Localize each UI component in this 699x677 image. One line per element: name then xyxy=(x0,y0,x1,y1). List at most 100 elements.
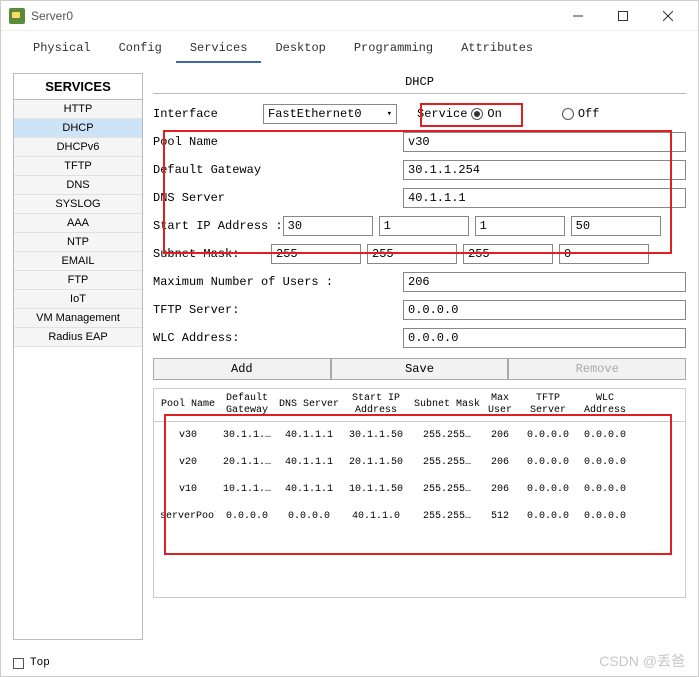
max-users-label: Maximum Number of Users : xyxy=(153,275,403,289)
cell-pool: v10 xyxy=(160,484,216,495)
cell-wlc: 0.0.0.0 xyxy=(578,484,632,495)
tab-programming[interactable]: Programming xyxy=(340,35,447,63)
table-row[interactable]: v3030.1.1.…40.1.1.130.1.1.50255.255…2060… xyxy=(154,422,685,449)
divider xyxy=(153,93,686,94)
sidebar-item-http[interactable]: HTTP xyxy=(14,100,142,119)
tftp-input[interactable] xyxy=(403,300,686,320)
interface-value: FastEthernet0 xyxy=(268,107,362,121)
watermark: CSDN @丢爸 xyxy=(599,651,685,671)
table-row[interactable]: v2020.1.1.…40.1.1.120.1.1.50255.255…2060… xyxy=(154,449,685,476)
cell-start: 30.1.1.50 xyxy=(340,430,412,441)
start-ip-o3[interactable] xyxy=(475,216,565,236)
cell-tftp: 0.0.0.0 xyxy=(518,511,578,522)
cell-wlc: 0.0.0.0 xyxy=(578,430,632,441)
cell-gw: 10.1.1.… xyxy=(216,484,278,495)
sidebar-item-iot[interactable]: IoT xyxy=(14,290,142,309)
sidebar-item-ntp[interactable]: NTP xyxy=(14,233,142,252)
th-start: Start IP Address xyxy=(340,393,412,417)
wlc-input[interactable] xyxy=(403,328,686,348)
sidebar-item-dhcpv6[interactable]: DHCPv6 xyxy=(14,138,142,157)
tftp-label: TFTP Server: xyxy=(153,303,403,317)
service-label: Service xyxy=(417,107,467,121)
th-max: Max User xyxy=(482,393,518,417)
default-gw-label: Default Gateway xyxy=(153,163,403,177)
cell-max: 206 xyxy=(482,457,518,468)
start-ip-o2[interactable] xyxy=(379,216,469,236)
cell-max: 206 xyxy=(482,430,518,441)
cell-start: 20.1.1.50 xyxy=(340,457,412,468)
table-row[interactable]: serverPool0.0.0.00.0.0.040.1.1.0255.255…… xyxy=(154,503,685,530)
th-mask: Subnet Mask xyxy=(412,399,482,411)
cell-start: 10.1.1.50 xyxy=(340,484,412,495)
subnet-o1[interactable] xyxy=(271,244,361,264)
sidebar-header: SERVICES xyxy=(14,74,142,100)
tab-config[interactable]: Config xyxy=(105,35,176,63)
start-ip-o1[interactable] xyxy=(283,216,373,236)
table-row[interactable]: v1010.1.1.…40.1.1.110.1.1.50255.255…2060… xyxy=(154,476,685,503)
cell-tftp: 0.0.0.0 xyxy=(518,484,578,495)
sidebar-item-ftp[interactable]: FTP xyxy=(14,271,142,290)
cell-dns: 40.1.1.1 xyxy=(278,484,340,495)
off-label: Off xyxy=(578,107,600,121)
cell-pool: v20 xyxy=(160,457,216,468)
cell-tftp: 0.0.0.0 xyxy=(518,457,578,468)
tab-bar: Physical Config Services Desktop Program… xyxy=(1,31,698,63)
service-off-radio[interactable] xyxy=(562,108,574,120)
sidebar-item-tftp[interactable]: TFTP xyxy=(14,157,142,176)
sidebar-item-radius[interactable]: Radius EAP xyxy=(14,328,142,347)
interface-label: Interface xyxy=(153,107,263,121)
top-label: Top xyxy=(30,657,50,669)
pool-name-input[interactable] xyxy=(403,132,686,152)
sidebar-item-vm[interactable]: VM Management xyxy=(14,309,142,328)
sidebar-item-email[interactable]: EMAIL xyxy=(14,252,142,271)
maximize-button[interactable] xyxy=(600,2,645,30)
cell-pool: v30 xyxy=(160,430,216,441)
th-tftp: TFTP Server xyxy=(518,393,578,417)
tab-physical[interactable]: Physical xyxy=(19,35,105,63)
dns-label: DNS Server xyxy=(153,191,403,205)
close-button[interactable] xyxy=(645,2,690,30)
remove-button[interactable]: Remove xyxy=(508,358,686,380)
default-gw-input[interactable] xyxy=(403,160,686,180)
sidebar-item-dhcp[interactable]: DHCP xyxy=(14,119,142,138)
pool-name-label: Pool Name xyxy=(153,135,403,149)
save-button[interactable]: Save xyxy=(331,358,509,380)
cell-mask: 255.255… xyxy=(412,484,482,495)
top-checkbox[interactable] xyxy=(13,658,24,669)
th-gw: Default Gateway xyxy=(216,393,278,417)
max-users-input[interactable] xyxy=(403,272,686,292)
th-pool: Pool Name xyxy=(160,399,216,411)
window-title: Server0 xyxy=(31,9,73,23)
tab-attributes[interactable]: Attributes xyxy=(447,35,547,63)
pools-table: Pool Name Default Gateway DNS Server Sta… xyxy=(153,388,686,598)
app-icon xyxy=(9,8,25,24)
subnet-o3[interactable] xyxy=(463,244,553,264)
page-title: DHCP xyxy=(153,73,686,91)
sidebar-item-syslog[interactable]: SYSLOG xyxy=(14,195,142,214)
cell-max: 206 xyxy=(482,484,518,495)
sidebar-item-dns[interactable]: DNS xyxy=(14,176,142,195)
wlc-label: WLC Address: xyxy=(153,331,403,345)
cell-mask: 255.255… xyxy=(412,430,482,441)
table-header: Pool Name Default Gateway DNS Server Sta… xyxy=(154,389,685,422)
tab-services[interactable]: Services xyxy=(176,35,262,63)
interface-select[interactable]: FastEthernet0 ▾ xyxy=(263,104,397,124)
cell-wlc: 0.0.0.0 xyxy=(578,511,632,522)
th-wlc: WLC Address xyxy=(578,393,632,417)
subnet-label: Subnet Mask: xyxy=(153,247,271,261)
dns-input[interactable] xyxy=(403,188,686,208)
cell-mask: 255.255… xyxy=(412,457,482,468)
add-button[interactable]: Add xyxy=(153,358,331,380)
start-ip-o4[interactable] xyxy=(571,216,661,236)
cell-max: 512 xyxy=(482,511,518,522)
service-on-radio[interactable] xyxy=(471,108,483,120)
cell-start: 40.1.1.0 xyxy=(340,511,412,522)
minimize-button[interactable] xyxy=(555,2,600,30)
sidebar-item-aaa[interactable]: AAA xyxy=(14,214,142,233)
cell-gw: 0.0.0.0 xyxy=(216,511,278,522)
subnet-o4[interactable] xyxy=(559,244,649,264)
th-dns: DNS Server xyxy=(278,399,340,411)
services-sidebar: SERVICES HTTP DHCP DHCPv6 TFTP DNS SYSLO… xyxy=(13,73,143,640)
tab-desktop[interactable]: Desktop xyxy=(261,35,339,63)
subnet-o2[interactable] xyxy=(367,244,457,264)
